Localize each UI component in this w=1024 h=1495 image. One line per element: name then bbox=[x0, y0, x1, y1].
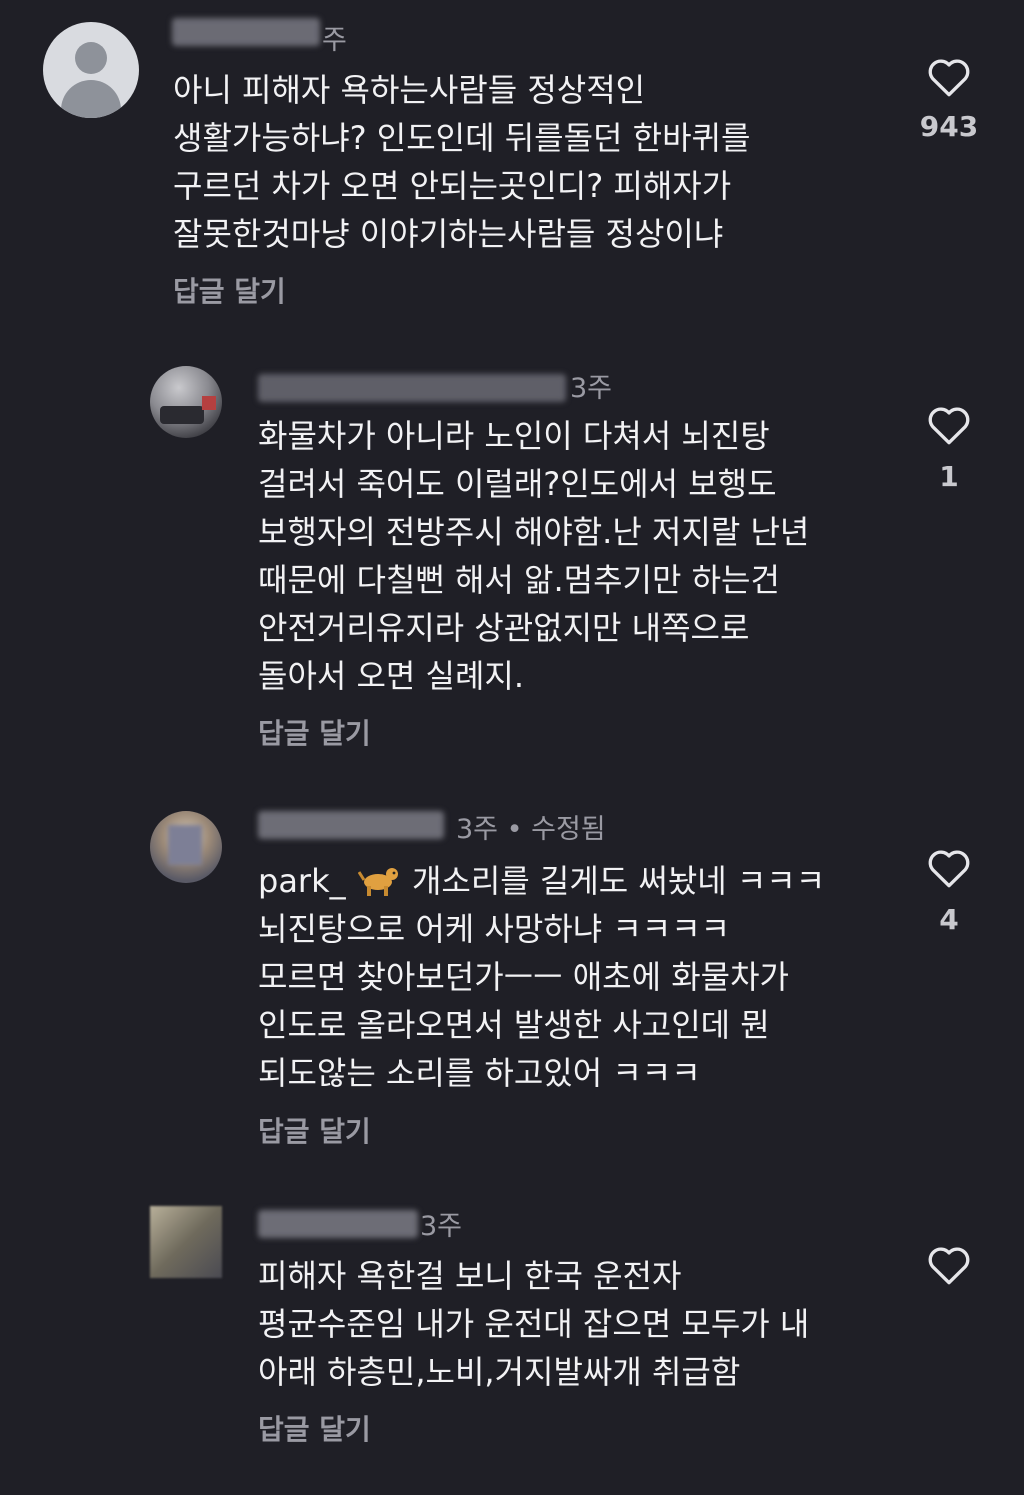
comment-text-first: 개소리를 길게도 써놨네 ㅋㅋㅋ bbox=[411, 862, 826, 900]
comment-text: 피해자 욕한걸 보니 한국 운전자 평균수준임 내가 운전대 잡으면 모두가 내… bbox=[258, 1257, 810, 1391]
blurred-username[interactable] bbox=[258, 374, 566, 402]
default-avatar[interactable] bbox=[43, 22, 139, 118]
comment-item: 주 아니 피해자 욕하는사람들 정상적인 생활가능하냐? 인도인데 뒤를돌던 한… bbox=[0, 0, 1024, 330]
comment-text: 뇌진탕으로 어케 사망하냐 ㅋㅋㅋㅋ 모르면 찾아보던가ㅡㅡ 애초에 화물차가 … bbox=[258, 910, 789, 1092]
comment-time: 3주 bbox=[420, 1211, 463, 1242]
heart-outline-icon[interactable] bbox=[922, 52, 976, 102]
comment-text: 화물차가 아니라 노인이 다쳐서 뇌진탕 걸려서 죽어도 이럴래?인도에서 보행… bbox=[258, 417, 810, 695]
user-avatar[interactable] bbox=[150, 811, 222, 883]
comment-item: 3주 피해자 욕한걸 보니 한국 운전자 평균수준임 내가 운전대 잡으면 모두… bbox=[0, 1190, 1024, 1480]
heart-outline-icon[interactable] bbox=[922, 1240, 976, 1290]
blurred-username[interactable] bbox=[258, 811, 444, 839]
reply-button[interactable]: 답글 달기 bbox=[258, 1110, 371, 1150]
blurred-username[interactable] bbox=[172, 18, 320, 46]
comment-first-line: park_ 개소리를 길게도 써놨네 ㅋㅋㅋ bbox=[258, 857, 825, 905]
blurred-username[interactable] bbox=[258, 1210, 418, 1238]
comment-item: 3주 • 수정됨 park_ 개소리를 길게도 써놨네 ㅋㅋㅋ 뇌진탕으로 어케… bbox=[0, 795, 1024, 1165]
comment-time: 3주 bbox=[570, 373, 613, 404]
reply-button[interactable]: 답글 달기 bbox=[258, 712, 371, 752]
comment-time: 3주 • 수정됨 bbox=[456, 814, 606, 845]
user-avatar[interactable] bbox=[150, 1206, 222, 1278]
reply-button[interactable]: 답글 달기 bbox=[258, 1408, 371, 1448]
comment-time: 주 bbox=[322, 25, 347, 56]
user-avatar[interactable] bbox=[150, 366, 222, 438]
heart-outline-icon[interactable] bbox=[922, 843, 976, 893]
mention-link[interactable]: park_ bbox=[258, 862, 346, 900]
like-count: 4 bbox=[939, 903, 959, 936]
reply-button[interactable]: 답글 달기 bbox=[173, 270, 286, 310]
heart-outline-icon[interactable] bbox=[922, 400, 976, 450]
comment-item: 3주 화물차가 아니라 노인이 다쳐서 뇌진탕 걸려서 죽어도 이럴래?인도에서… bbox=[0, 350, 1024, 770]
like-count: 1 bbox=[939, 460, 959, 493]
dog-emoji-icon bbox=[357, 868, 398, 896]
comment-text: 아니 피해자 욕하는사람들 정상적인 생활가능하냐? 인도인데 뒤를돌던 한바퀴… bbox=[173, 71, 751, 253]
like-count: 943 bbox=[919, 110, 979, 143]
